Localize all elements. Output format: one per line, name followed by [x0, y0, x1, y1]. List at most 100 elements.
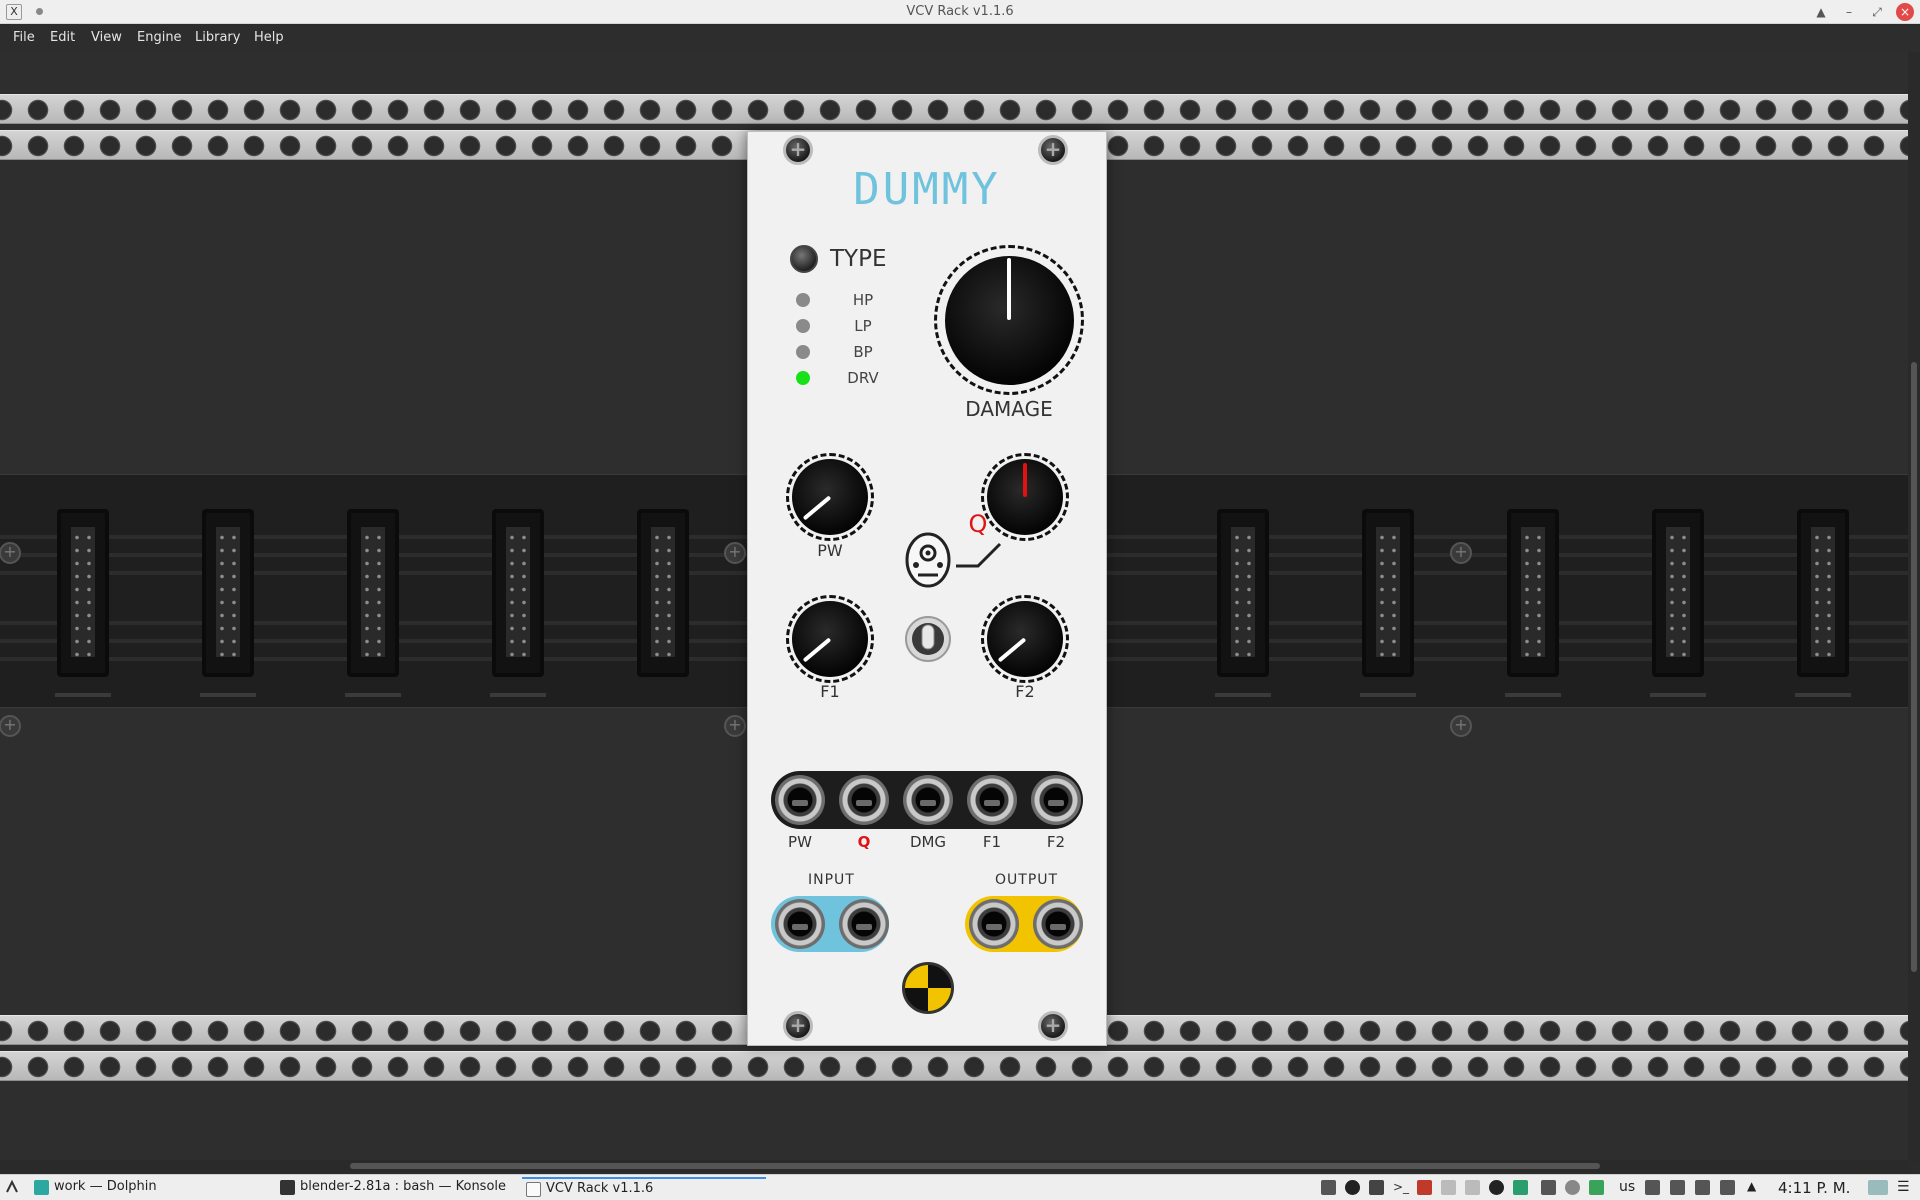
screw-icon: + [1450, 715, 1472, 737]
panel-menu-icon[interactable]: ☰ [1897, 1179, 1910, 1195]
horizontal-scroll-thumb[interactable] [350, 1163, 1600, 1169]
horizontal-scrollbar[interactable] [0, 1160, 1908, 1172]
panel-screw-icon [1038, 135, 1068, 165]
led-drv [796, 371, 810, 385]
mode-label-drv: DRV [847, 369, 879, 387]
tray-expand-icon[interactable]: ▲ [1747, 1179, 1756, 1193]
type-button[interactable] [790, 245, 818, 273]
cv-jack-q[interactable] [839, 775, 889, 825]
task-label: blender-2.81a : bash — Konsole [300, 1179, 507, 1194]
audio-output-right-jack[interactable] [1033, 899, 1083, 949]
damage-knob[interactable] [934, 245, 1084, 395]
f1-knob[interactable] [786, 595, 874, 683]
keep-above-icon[interactable]: ▲ [1812, 3, 1830, 21]
audio-input-left-jack[interactable] [775, 899, 825, 949]
title-bar: X VCV Rack v1.1.6 ▲ – ⤢ × [0, 0, 1920, 24]
power-connector [1362, 509, 1414, 677]
task-label: work — Dolphin [54, 1179, 157, 1194]
maximize-button[interactable]: ⤢ [1868, 3, 1886, 21]
f2-label: F2 [1015, 682, 1035, 701]
close-button[interactable]: × [1896, 3, 1914, 21]
led-bp [796, 345, 810, 359]
desktop-pager-icon[interactable] [1868, 1180, 1888, 1195]
cv-jack-dmg[interactable] [903, 775, 953, 825]
camera-tray-icon[interactable] [1541, 1180, 1556, 1195]
menu-bar: File Edit View Engine Library Help [0, 25, 1920, 52]
cv-jack-f1[interactable] [967, 775, 1017, 825]
network-tray-icon[interactable] [1645, 1180, 1660, 1195]
q-link-line [956, 542, 1002, 568]
toggle-switch[interactable] [904, 613, 952, 665]
power-connector [1652, 509, 1704, 677]
cv-label-pw: PW [788, 833, 812, 851]
q-label: Q [968, 510, 988, 538]
damage-label: DAMAGE [965, 397, 1053, 421]
window-title: VCV Rack v1.1.6 [906, 4, 1014, 19]
rack-rail-bottom-2 [0, 1051, 1908, 1081]
power-connector [1507, 509, 1559, 677]
menu-file[interactable]: File [13, 30, 35, 45]
task-konsole[interactable]: blender-2.81a : bash — Konsole [276, 1177, 506, 1199]
input-label: INPUT [808, 872, 855, 888]
notes-tray-icon[interactable] [1417, 1180, 1432, 1195]
app-launcher-icon[interactable] [4, 1179, 20, 1195]
cv-label-f2: F2 [1046, 833, 1066, 851]
mode-label-lp: LP [854, 317, 872, 335]
clipboard-tray-icon[interactable] [1695, 1180, 1710, 1195]
task-vcv-rack[interactable]: VCV Rack v1.1.6 [522, 1177, 766, 1199]
cv-label-q: Q [857, 833, 871, 851]
mode-label-hp: HP [852, 291, 874, 309]
screw-icon: + [724, 715, 746, 737]
lock-tray-icon[interactable] [1670, 1180, 1685, 1195]
power-connector [637, 509, 689, 677]
mode-label-bp: BP [853, 343, 873, 361]
audio-input-right-jack[interactable] [839, 899, 889, 949]
terminal-icon [280, 1180, 295, 1195]
task-label: VCV Rack v1.1.6 [546, 1181, 654, 1196]
steam-tray-icon[interactable] [1565, 1180, 1580, 1195]
f1-label: F1 [820, 682, 840, 701]
prompt-tray-icon[interactable]: >_ [1393, 1180, 1409, 1195]
screw-icon: + [1450, 542, 1472, 564]
konsole-tray-icon[interactable] [1369, 1180, 1384, 1195]
panel-screw-icon [783, 1011, 813, 1041]
menu-library[interactable]: Library [195, 30, 240, 45]
minimize-button[interactable]: – [1840, 3, 1858, 21]
x-window-icon [526, 1182, 541, 1197]
dummy-module[interactable]: DUMMY TYPE HP LP BP DRV DAMAGE PW Q [747, 131, 1107, 1046]
panel-screw-icon [1038, 1011, 1068, 1041]
menu-help[interactable]: Help [254, 30, 284, 45]
vertical-scroll-thumb[interactable] [1911, 362, 1917, 972]
screw-icon: + [724, 542, 746, 564]
rack-rail-top-1 [0, 94, 1908, 124]
power-connector [1797, 509, 1849, 677]
cv-jack-pw[interactable] [775, 775, 825, 825]
pw-knob[interactable] [786, 453, 874, 541]
dummy-face-icon [905, 532, 951, 588]
module-title: DUMMY [853, 164, 1001, 215]
crash-test-logo-button[interactable] [902, 962, 954, 1014]
terminal-tray-icon[interactable] [1321, 1180, 1336, 1195]
volume-tray-icon[interactable] [1720, 1180, 1735, 1195]
q-knob[interactable] [981, 453, 1069, 541]
spacer-tray-icon[interactable] [1465, 1180, 1480, 1195]
menu-view[interactable]: View [91, 30, 122, 45]
f2-knob[interactable] [981, 595, 1069, 683]
task-dolphin[interactable]: work — Dolphin [30, 1177, 157, 1199]
vertical-scrollbar[interactable] [1908, 52, 1920, 1162]
menu-edit[interactable]: Edit [50, 30, 75, 45]
keyboard-layout[interactable]: us [1619, 1179, 1635, 1195]
clock[interactable]: 4:11 P. M. [1778, 1179, 1850, 1197]
taskbar: work — Dolphin blender-2.81a : bash — Ko… [0, 1174, 1920, 1200]
files-tray-icon[interactable] [1513, 1180, 1528, 1195]
menu-engine[interactable]: Engine [137, 30, 182, 45]
power-connector [1217, 509, 1269, 677]
audio-output-left-jack[interactable] [969, 899, 1019, 949]
cv-jack-f2[interactable] [1031, 775, 1081, 825]
pw-label: PW [817, 541, 843, 560]
type-label: TYPE [830, 246, 887, 272]
nvidia-tray-icon[interactable] [1589, 1180, 1604, 1195]
spacer-tray-icon[interactable] [1441, 1180, 1456, 1195]
update-tray-icon[interactable] [1345, 1180, 1360, 1195]
unity-tray-icon[interactable] [1489, 1180, 1504, 1195]
